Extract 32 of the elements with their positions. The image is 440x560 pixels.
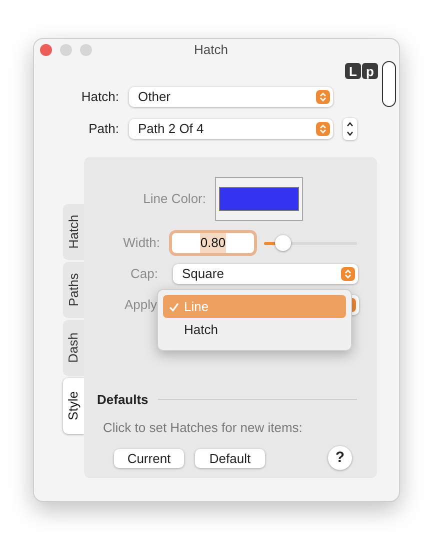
hatch-select[interactable]: Other	[129, 87, 333, 107]
defaults-button[interactable]: Current	[114, 448, 184, 468]
side-tab[interactable]: Hatch	[63, 204, 84, 260]
stepper-icon[interactable]	[343, 118, 357, 140]
width-label: Width:	[122, 234, 160, 252]
close-button[interactable]	[40, 44, 52, 56]
cap-select[interactable]: Square	[173, 264, 358, 284]
hint-text: Click to set Hatches for new items:	[103, 418, 304, 436]
scroll-indicator	[382, 61, 396, 107]
checkmark-icon	[169, 302, 179, 312]
section-title: Defaults	[97, 391, 148, 409]
menu-item[interactable]: Hatch	[163, 318, 346, 341]
hatch-label: Hatch:	[80, 88, 119, 106]
popup-arrows-icon	[316, 90, 330, 104]
popup-arrows-icon	[341, 267, 355, 281]
help-button[interactable]: ?	[328, 446, 352, 470]
logo-letter: p	[362, 63, 378, 79]
width-field[interactable]: 0.80	[172, 233, 254, 253]
popup-arrows-icon	[316, 122, 330, 136]
side-tab[interactable]: Style	[63, 378, 84, 434]
defaults-button[interactable]: Default	[195, 448, 265, 468]
side-tab[interactable]: Dash	[63, 320, 84, 376]
line-color-label: Line Color:	[142, 190, 206, 208]
path-select[interactable]: Path 2 Of 4	[129, 119, 333, 139]
width-slider[interactable]	[264, 233, 357, 253]
cap-label: Cap:	[130, 265, 158, 284]
window-title: Hatch	[194, 41, 228, 60]
side-tab[interactable]: Paths	[63, 262, 84, 318]
color-well[interactable]	[215, 177, 303, 221]
logo-letter: L	[345, 63, 361, 79]
path-label: Path:	[88, 120, 119, 138]
apply-label: Apply	[123, 296, 157, 314]
